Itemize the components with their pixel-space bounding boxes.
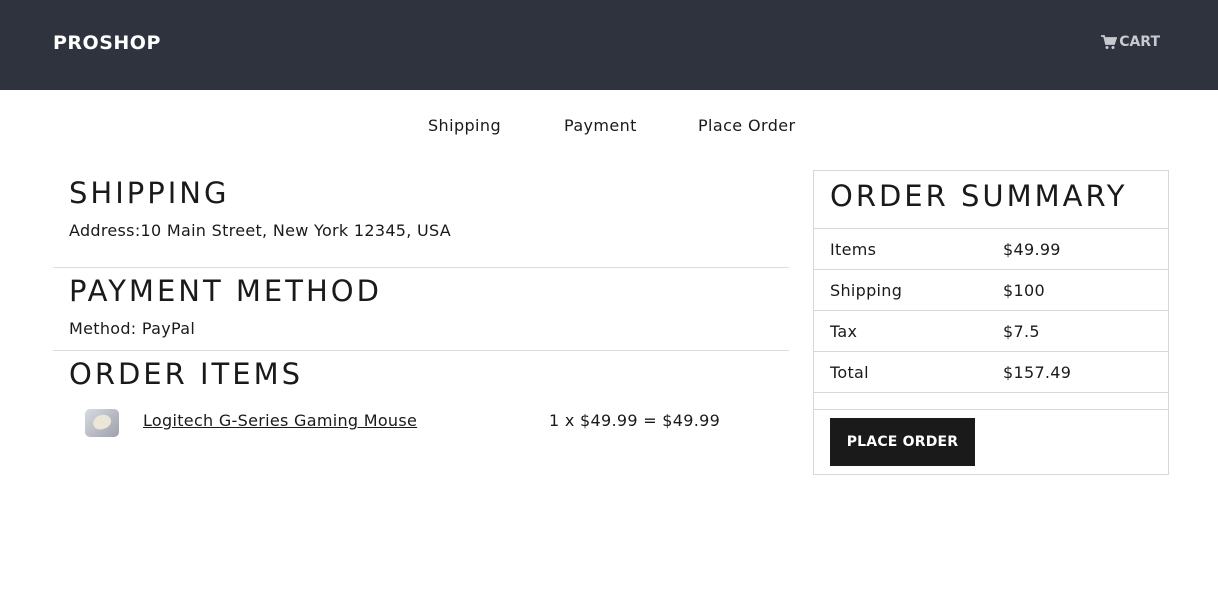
summary-row-total: Total $157.49 xyxy=(814,351,1168,392)
summary-label: Items xyxy=(830,240,877,259)
top-navbar: PROSHOP CART xyxy=(0,0,1218,90)
summary-value: $157.49 xyxy=(1003,363,1072,382)
payment-method: Method: PayPal xyxy=(69,319,196,338)
summary-value: $100 xyxy=(1003,281,1045,300)
section-divider xyxy=(53,267,789,268)
summary-label: Tax xyxy=(830,322,858,341)
cart-link[interactable]: CART xyxy=(1101,34,1160,50)
mouse-image xyxy=(91,412,113,432)
shopping-cart-icon xyxy=(1101,34,1118,49)
step-payment[interactable]: Payment xyxy=(564,116,637,135)
payment-heading: PAYMENT METHOD xyxy=(69,274,382,308)
summary-divider xyxy=(814,392,1168,393)
summary-label: Total xyxy=(830,363,869,382)
step-place-order[interactable]: Place Order xyxy=(698,116,796,135)
summary-value: $49.99 xyxy=(1003,240,1061,259)
summary-row-items: Items $49.99 xyxy=(814,228,1168,269)
item-price-calc: 1 x $49.99 = $49.99 xyxy=(549,411,721,430)
shipping-heading: SHIPPING xyxy=(69,176,230,210)
brand-logo-link[interactable]: PROSHOP xyxy=(53,32,161,54)
product-thumbnail xyxy=(85,409,119,437)
order-items-heading: ORDER ITEMS xyxy=(69,357,304,391)
order-summary-card: ORDER SUMMARY Items $49.99 Shipping $100… xyxy=(813,170,1169,475)
product-link[interactable]: Logitech G-Series Gaming Mouse xyxy=(143,411,417,430)
summary-row-shipping: Shipping $100 xyxy=(814,269,1168,310)
checkout-steps: Shipping Payment Place Order xyxy=(0,116,1218,138)
place-order-button[interactable]: PLACE ORDER xyxy=(830,418,975,466)
summary-divider xyxy=(814,409,1168,410)
shipping-address: Address:10 Main Street, New York 12345, … xyxy=(69,221,452,240)
cart-label: CART xyxy=(1119,34,1160,50)
summary-label: Shipping xyxy=(830,281,903,300)
section-divider xyxy=(53,350,789,351)
step-shipping[interactable]: Shipping xyxy=(428,116,501,135)
summary-row-tax: Tax $7.5 xyxy=(814,310,1168,351)
order-summary-heading: ORDER SUMMARY xyxy=(830,179,1128,213)
summary-value: $7.5 xyxy=(1003,322,1040,341)
